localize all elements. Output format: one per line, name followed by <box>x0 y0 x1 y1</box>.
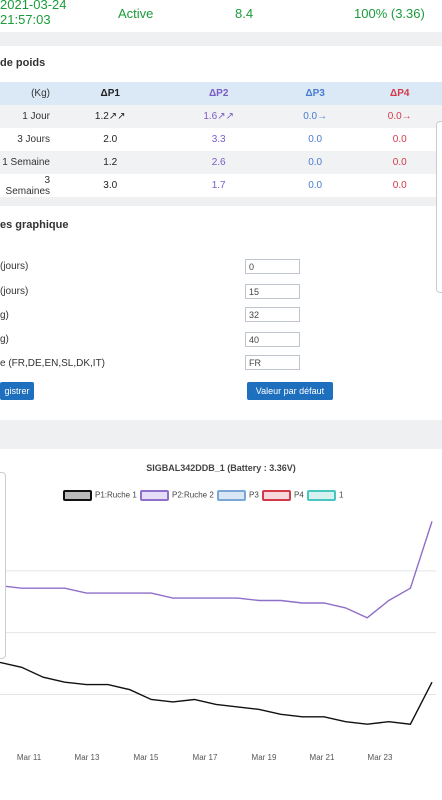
field-label: (jours) <box>0 261 29 272</box>
param-input[interactable]: 32 <box>245 307 300 322</box>
header-p1: ΔP1 <box>100 88 120 99</box>
param-input[interactable]: 15 <box>245 284 300 299</box>
side-panel-edge[interactable] <box>0 472 6 659</box>
row-label: 1 Jour <box>22 111 50 122</box>
x-tick-label: Mar 11 <box>16 753 42 762</box>
row-label: 1 Semaine <box>2 157 50 168</box>
weights-table: (Kg) ΔP1 ΔP2 ΔP3 ΔP4 1 Jour 1.2↗↗ 1.6↗↗ … <box>0 82 442 197</box>
param-input[interactable]: 0 <box>245 259 300 274</box>
cell-p1: 2.0 <box>103 134 118 145</box>
status-time: 21:57:03 <box>0 12 51 27</box>
cell-p3: 0.0 <box>308 134 323 145</box>
header-unit: (Kg) <box>31 88 50 99</box>
cell-p2: 3.3 <box>211 134 226 145</box>
cell-p1: 1.2 <box>103 157 118 168</box>
default-values-button[interactable]: Valeur par défaut <box>247 382 333 400</box>
cell-p2: 1.6↗↗ <box>203 111 235 122</box>
x-tick-label: Mar 23 <box>367 753 393 762</box>
language-input[interactable]: FR <box>245 355 300 370</box>
status-temperature: 8.4 <box>235 6 254 21</box>
cell-p4: 0.0 <box>392 157 407 168</box>
header-p2: ΔP2 <box>208 88 229 99</box>
x-tick-label: Mar 19 <box>251 753 277 762</box>
header-p3: ΔP3 <box>305 88 325 99</box>
scrollbar[interactable] <box>436 121 442 293</box>
weights-card: de poids (Kg) ΔP1 ΔP2 ΔP3 ΔP4 1 Jour 1.2… <box>0 46 442 197</box>
table-row: 3 Semaines 3.0 1.7 0.0 0.0 <box>0 174 442 197</box>
x-tick-label: Mar 13 <box>74 753 100 762</box>
cell-p3: 0.0→ <box>303 111 328 122</box>
plot-area <box>0 521 436 725</box>
cell-p1: 1.2↗↗ <box>94 111 126 122</box>
weight-chart: SIGBAL342DDB_1 (Battery : 3.36V) P1:Ruch… <box>0 449 442 800</box>
table-row: 1 Jour 1.2↗↗ 1.6↗↗ 0.0→ 0.0→ <box>0 105 442 128</box>
header-p4: ΔP4 <box>390 88 410 99</box>
row-label: 3 Semaines <box>5 174 50 197</box>
table-row: 3 Jours 2.0 3.3 0.0 0.0 <box>0 128 442 151</box>
weights-title: de poids <box>0 57 46 69</box>
param-input[interactable]: 40 <box>245 332 300 347</box>
cell-p3: 0.0 <box>308 180 323 191</box>
series-line[interactable] <box>0 521 433 619</box>
params-title: es graphique <box>0 219 69 231</box>
x-tick-label: Mar 17 <box>192 753 218 762</box>
cell-p2: 2.6 <box>211 157 226 168</box>
cell-p3: 0.0 <box>308 157 323 168</box>
status-date: 2021-03-24 <box>0 0 67 12</box>
series-line[interactable] <box>0 661 433 725</box>
row-label: 3 Jours <box>17 134 50 145</box>
save-button[interactable]: gistrer <box>0 382 34 400</box>
cell-p4: 0.0→ <box>387 111 412 122</box>
cell-p2: 1.7 <box>211 180 226 191</box>
cell-p1: 3.0 <box>103 180 118 191</box>
status-state: Active <box>118 6 154 21</box>
status-datetime: 2021-03-24 21:57:03 <box>0 0 67 27</box>
field-label: g) <box>0 310 9 321</box>
table-row: 1 Semaine 1.2 2.6 0.0 0.0 <box>0 151 442 174</box>
status-strip: 2021-03-24 21:57:03 Active 8.4 100% (3.3… <box>0 0 442 32</box>
cell-p4: 0.0 <box>392 180 407 191</box>
status-battery: 100% (3.36) <box>354 6 425 21</box>
weights-header-row: (Kg) ΔP1 ΔP2 ΔP3 ΔP4 <box>0 82 442 105</box>
x-tick-label: Mar 15 <box>133 753 159 762</box>
cell-p4: 0.0 <box>392 134 407 145</box>
x-tick-label: Mar 21 <box>309 753 335 762</box>
field-label: (jours) <box>0 286 29 297</box>
params-card: es graphique (jours) 0 (jours) 15 g) 32 … <box>0 206 442 420</box>
field-label: g) <box>0 334 9 345</box>
field-label: e (FR,DE,EN,SL,DK,IT) <box>0 358 106 369</box>
